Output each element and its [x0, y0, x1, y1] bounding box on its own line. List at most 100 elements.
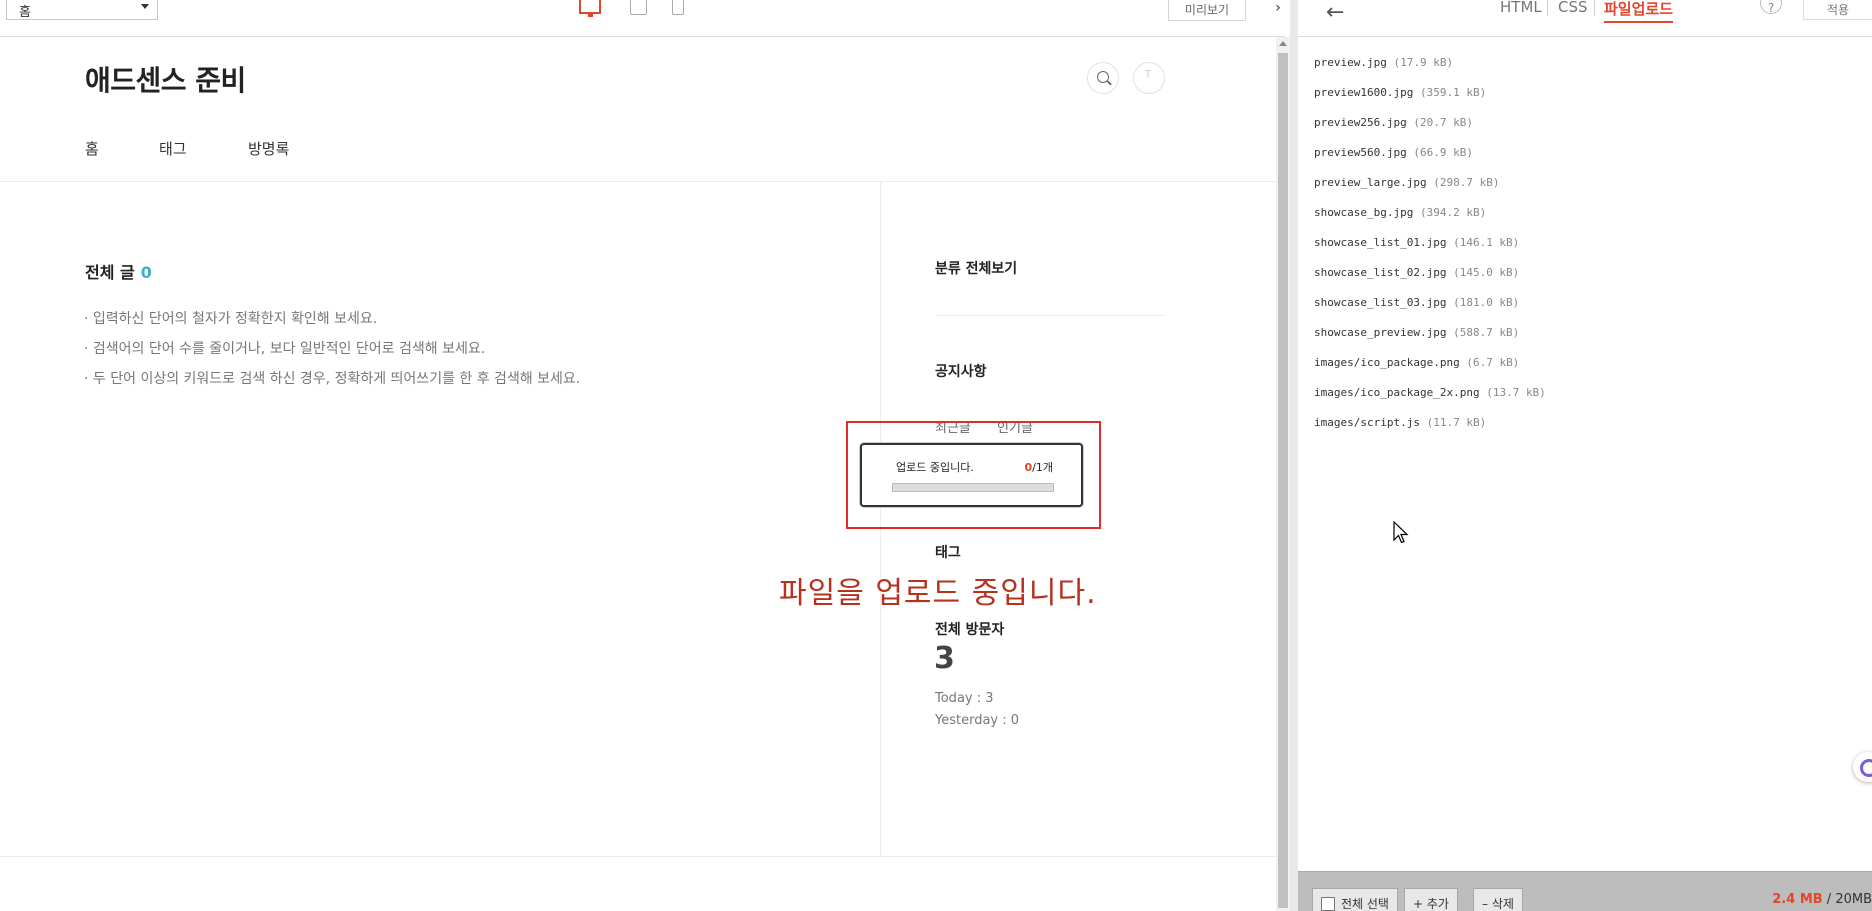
upload-progress-dialog: 업로드 중입니다. 0/1개 — [860, 443, 1083, 507]
file-name: showcase_list_02.jpg — [1314, 266, 1447, 279]
file-name: images/script.js — [1314, 416, 1420, 429]
app: 홈 미리보기 › 애드센스 준비 홈 태그 방명록 전체 글 0 · 입력하신 단… — [0, 0, 1872, 911]
tab-css[interactable]: CSS — [1558, 0, 1588, 16]
file-name: showcase_preview.jpg — [1314, 326, 1447, 339]
visitors-yesterday: Yesterday : 0 — [935, 713, 1020, 728]
file-size: (20.7 kB) — [1413, 116, 1473, 129]
category-all-link[interactable]: 분류 전체보기 — [935, 258, 1017, 278]
file-size: (588.7 kB) — [1453, 326, 1520, 339]
file-item[interactable]: showcase_list_03.jpg (181.0 kB) — [1314, 296, 1519, 309]
tip-item: · 검색어의 단어 수를 줄이거나, 보다 일반적인 단어로 검색해 보세요. — [84, 341, 486, 357]
nav-item-home[interactable]: 홈 — [85, 138, 99, 159]
file-name: showcase_list_01.jpg — [1314, 236, 1447, 249]
tablet-icon[interactable] — [630, 0, 647, 15]
profile-button[interactable] — [1133, 62, 1165, 94]
file-name: showcase_list_03.jpg — [1314, 296, 1447, 309]
panel-footer: 전체 선택 + 추가 – 삭제 2.4 MB / 20MB — [1298, 871, 1872, 911]
select-all-button[interactable]: 전체 선택 — [1312, 888, 1398, 911]
file-name: showcase_bg.jpg — [1314, 206, 1414, 219]
file-size: (13.7 kB) — [1486, 386, 1546, 399]
tip-item: · 두 단어 이상의 키워드로 검색 하신 경우, 정확하게 띄어쓰기를 한 후… — [84, 371, 581, 387]
file-item[interactable]: preview.jpg (17.9 kB) — [1314, 56, 1453, 69]
file-name: preview.jpg — [1314, 56, 1387, 69]
nav-item-tag[interactable]: 태그 — [159, 138, 187, 159]
file-size: (11.7 kB) — [1426, 416, 1487, 429]
mobile-icon[interactable] — [672, 0, 684, 15]
search-tips: · 입력하신 단어의 철자가 정확한지 확인해 보세요. · 검색어의 단어 수… — [84, 304, 580, 394]
file-item[interactable]: showcase_list_01.jpg (146.1 kB) — [1314, 236, 1519, 249]
file-size: (359.1 kB) — [1419, 86, 1487, 99]
tab-separator — [1547, 0, 1548, 16]
footer-divider — [0, 856, 1276, 857]
header-divider — [0, 181, 1276, 182]
file-item[interactable]: preview1600.jpg (359.1 kB) — [1314, 86, 1486, 99]
file-name: preview1600.jpg — [1314, 86, 1414, 99]
tag-heading: 태그 — [935, 545, 961, 561]
file-size: (145.0 kB) — [1453, 266, 1520, 279]
preview-scrollbar[interactable] — [1276, 37, 1290, 911]
upload-caption: 파일을 업로드 중입니다. — [779, 576, 1097, 611]
preview-button[interactable]: 미리보기 — [1168, 0, 1246, 21]
tab-file-upload[interactable]: 파일업로드 — [1604, 0, 1674, 23]
storage-limit: / 20MB — [1822, 892, 1872, 907]
file-size: (146.1 kB) — [1453, 236, 1520, 249]
file-item[interactable]: showcase_bg.jpg (394.2 kB) — [1314, 206, 1486, 219]
scroll-up-icon[interactable] — [1279, 41, 1287, 46]
delete-file-button[interactable]: – 삭제 — [1473, 888, 1523, 911]
file-name: preview560.jpg — [1314, 146, 1407, 159]
file-size: (17.9 kB) — [1393, 56, 1454, 69]
blog-title[interactable]: 애드센스 준비 — [85, 59, 246, 99]
notice-heading: 공지사항 — [935, 364, 987, 380]
upload-total-count: /1개 — [1032, 461, 1053, 474]
page-select[interactable]: 홈 — [6, 0, 158, 20]
search-icon-handle — [1107, 80, 1112, 86]
file-size: (394.2 kB) — [1419, 206, 1487, 219]
file-item[interactable]: images/ico_package_2x.png (13.7 kB) — [1314, 386, 1546, 399]
select-all-checkbox[interactable] — [1321, 897, 1335, 911]
scrollbar-thumb[interactable] — [1278, 53, 1288, 908]
file-name: images/ico_package.png — [1314, 356, 1460, 369]
upload-counter: 0/1개 — [1025, 459, 1053, 475]
file-item[interactable]: showcase_list_02.jpg (145.0 kB) — [1314, 266, 1519, 279]
file-item[interactable]: preview_large.jpg (298.7 kB) — [1314, 176, 1499, 189]
desktop-icon[interactable] — [579, 0, 601, 17]
category-divider — [935, 315, 1165, 316]
file-name: preview_large.jpg — [1314, 176, 1427, 189]
all-posts-count: 0 — [140, 263, 152, 282]
search-button[interactable] — [1087, 62, 1119, 94]
all-posts-heading: 전체 글 0 — [85, 259, 152, 283]
file-item[interactable]: showcase_preview.jpg (588.7 kB) — [1314, 326, 1519, 339]
file-item[interactable]: preview256.jpg (20.7 kB) — [1314, 116, 1473, 129]
file-size: (181.0 kB) — [1453, 296, 1520, 309]
all-posts-label: 전체 글 — [85, 263, 135, 282]
file-item[interactable]: images/ico_package.png (6.7 kB) — [1314, 356, 1519, 369]
file-name: preview256.jpg — [1314, 116, 1407, 129]
visitors-total: 3 — [934, 641, 955, 676]
file-size: (6.7 kB) — [1466, 356, 1520, 369]
upload-message: 업로드 중입니다. — [896, 461, 974, 474]
collapse-panel-icon[interactable]: › — [1266, 0, 1290, 22]
tab-html[interactable]: HTML — [1500, 0, 1542, 16]
back-arrow-icon[interactable]: ← — [1326, 0, 1344, 25]
add-file-button[interactable]: + 추가 — [1404, 888, 1458, 911]
tab-separator — [1594, 0, 1595, 16]
file-size: (66.9 kB) — [1413, 146, 1473, 159]
visitors-today: Today : 3 — [935, 691, 994, 706]
file-name: images/ico_package_2x.png — [1314, 386, 1480, 399]
page-select-value: 홈 — [19, 5, 31, 20]
panel-header: ← HTML CSS 파일업로드 ? 적용 — [1298, 0, 1872, 37]
skin-edit-panel: ← HTML CSS 파일업로드 ? 적용 preview.jpg (17.9 … — [1290, 0, 1872, 911]
storage-used: 2.4 MB — [1772, 892, 1823, 907]
file-item[interactable]: preview560.jpg (66.9 kB) — [1314, 146, 1473, 159]
select-all-label: 전체 선택 — [1341, 897, 1389, 911]
tip-item: · 입력하신 단어의 철자가 정확한지 확인해 보세요. — [84, 311, 378, 327]
upload-progress-bar — [892, 483, 1054, 492]
nav-item-guestbook[interactable]: 방명록 — [248, 138, 289, 159]
storage-quota: 2.4 MB / 20MB — [1772, 892, 1872, 907]
cursor-arrow-icon — [1393, 521, 1409, 544]
file-item[interactable]: images/script.js (11.7 kB) — [1314, 416, 1486, 429]
help-icon[interactable]: ? — [1760, 0, 1782, 15]
visitors-heading: 전체 방문자 — [935, 622, 1005, 638]
apply-button[interactable]: 적용 — [1803, 0, 1872, 20]
file-size: (298.7 kB) — [1433, 176, 1500, 189]
